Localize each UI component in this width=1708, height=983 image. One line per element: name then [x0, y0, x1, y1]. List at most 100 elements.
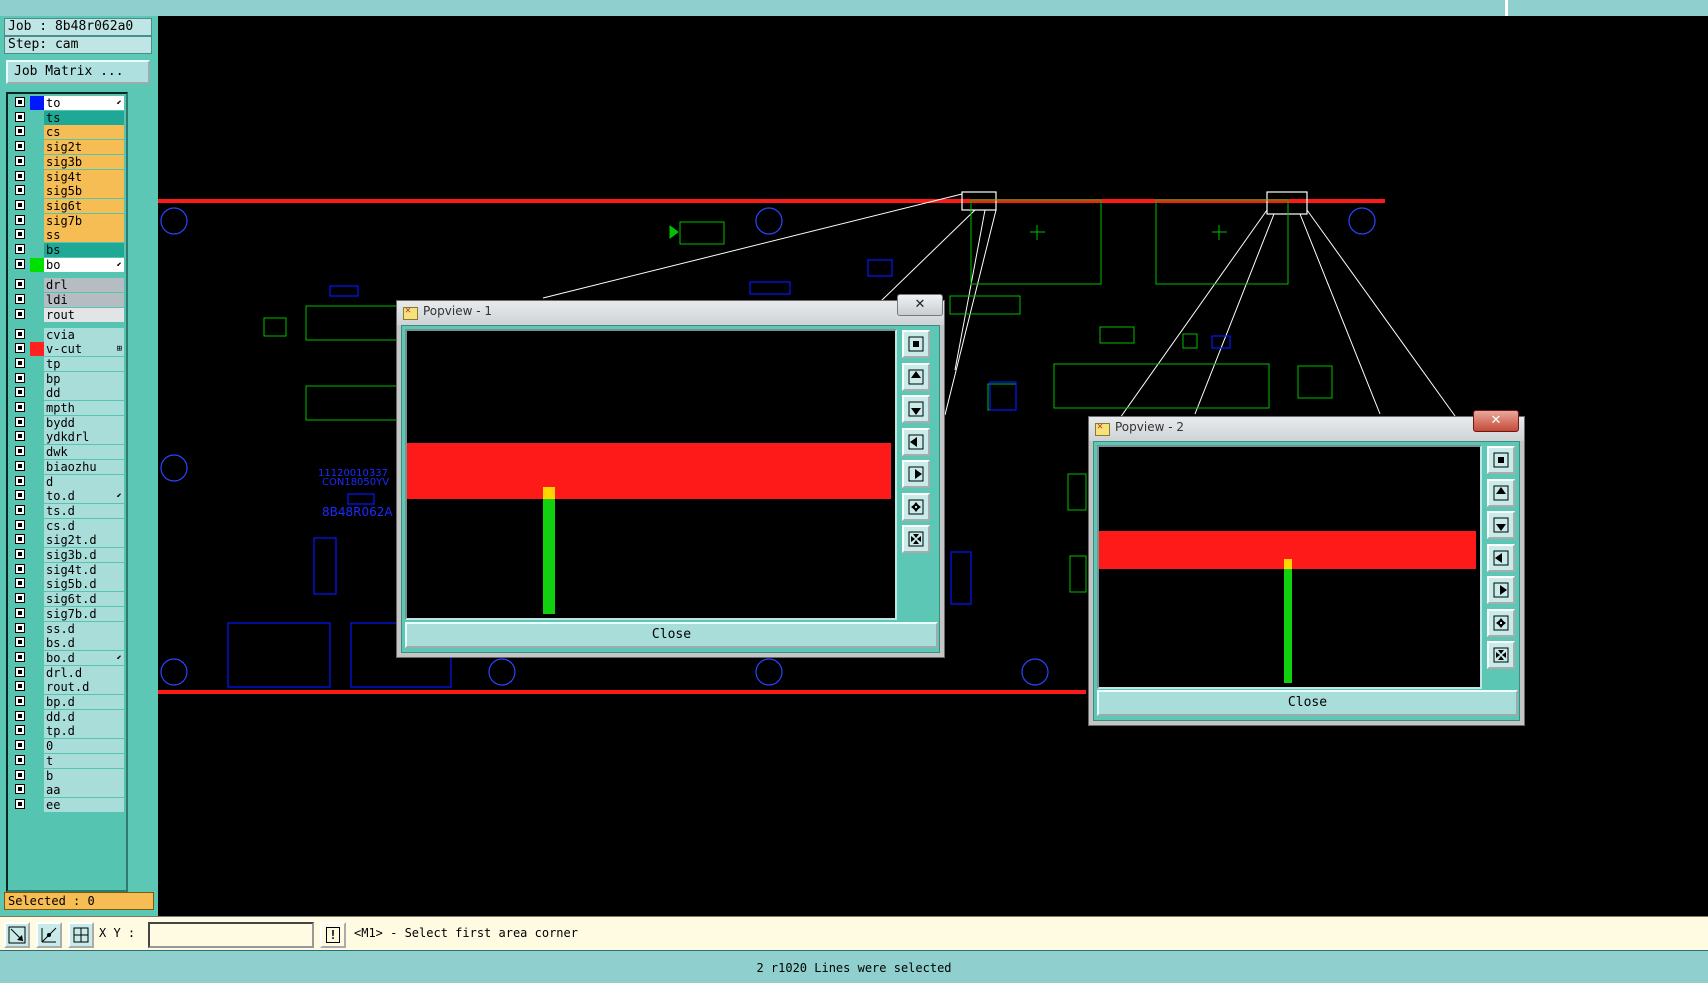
layer-checkbox[interactable] [15, 357, 25, 368]
layer-checkbox[interactable] [15, 666, 25, 677]
layer-checkbox[interactable] [15, 126, 25, 137]
layer-row-b[interactable]: b [10, 768, 124, 783]
layer-checkbox[interactable] [15, 504, 25, 515]
layer-row-bs.d[interactable]: bs.d [10, 636, 124, 651]
popview-1-titlebar[interactable]: Popview - 1 [397, 301, 944, 325]
layer-row-drl[interactable]: drl [10, 278, 124, 293]
layer-checkbox[interactable] [15, 244, 25, 254]
layer-row-bp.d[interactable]: bp.d [10, 695, 124, 709]
zoom-in-icon[interactable] [1487, 608, 1515, 637]
layer-checkbox[interactable] [15, 308, 25, 319]
zoom-area-icon[interactable] [4, 922, 30, 948]
layer-row-tp.d[interactable]: tp.d [10, 724, 124, 739]
layer-row-sig3b[interactable]: sig3b [10, 154, 124, 169]
zoom-in-icon[interactable] [902, 492, 930, 521]
layer-row-0[interactable]: 0 [10, 739, 124, 754]
layer-checkbox[interactable] [15, 294, 25, 305]
layer-checkbox[interactable] [15, 651, 25, 662]
layer-checkbox[interactable] [15, 372, 25, 383]
pan-right-icon[interactable] [1487, 576, 1515, 604]
popview-1-close-icon[interactable]: ✕ [897, 294, 943, 316]
layer-row-dd[interactable]: dd [10, 386, 124, 401]
layer-checkbox[interactable] [15, 446, 25, 457]
layer-checkbox[interactable] [15, 754, 25, 765]
layer-checkbox[interactable] [15, 343, 25, 354]
pan-up-icon[interactable] [902, 362, 930, 391]
layer-checkbox[interactable] [15, 637, 25, 648]
layer-row-to[interactable]: to ⬋ [10, 96, 124, 110]
layer-checkbox[interactable] [15, 784, 25, 795]
layer-checkbox[interactable] [15, 798, 25, 809]
layer-checkbox[interactable] [15, 111, 25, 122]
layer-checkbox[interactable] [15, 155, 25, 166]
layer-checkbox[interactable] [15, 328, 25, 339]
layer-checkbox[interactable] [15, 431, 25, 442]
layer-checkbox[interactable] [15, 740, 25, 751]
layer-checkbox[interactable] [15, 141, 25, 152]
layer-checkbox[interactable] [15, 199, 25, 210]
xy-input[interactable] [148, 922, 314, 948]
alert-icon[interactable]: ! [320, 922, 346, 948]
pan-left-icon[interactable] [1487, 543, 1515, 572]
pan-down-icon[interactable] [902, 395, 930, 423]
zoom-out-icon[interactable] [902, 525, 930, 553]
layer-row-ydkdrl[interactable]: ydkdrl [10, 430, 124, 445]
layer-row-bydd[interactable]: bydd [10, 415, 124, 430]
layer-row-aa[interactable]: aa [10, 783, 124, 798]
layer-row-tp[interactable]: tp [10, 356, 124, 371]
layer-checkbox[interactable] [15, 607, 25, 618]
pan-right-icon[interactable] [902, 460, 930, 488]
layer-checkbox[interactable] [15, 710, 25, 721]
layer-row-bo.d[interactable]: bo.d ⬋ [10, 650, 124, 665]
layer-checkbox[interactable] [15, 460, 25, 471]
popview-2-close-icon[interactable]: ✕ [1473, 410, 1519, 432]
layer-checkbox[interactable] [15, 387, 25, 398]
layer-row-v-cut[interactable]: v-cut ⊞ [10, 342, 124, 357]
layer-checkbox[interactable] [15, 563, 25, 574]
zoom-home-icon[interactable] [1487, 446, 1515, 474]
layer-checkbox[interactable] [15, 725, 25, 736]
pan-down-icon[interactable] [1487, 511, 1515, 539]
layer-row-mpth[interactable]: mpth [10, 401, 124, 415]
layer-checkbox[interactable] [15, 97, 25, 107]
layer-row-sig2t.d[interactable]: sig2t.d [10, 533, 124, 548]
layer-row-sig5b.d[interactable]: sig5b.d [10, 577, 124, 592]
layer-row-to.d[interactable]: to.d ⬋ [10, 489, 124, 504]
layer-row-d[interactable]: d [10, 474, 124, 489]
layer-checkbox[interactable] [15, 279, 25, 290]
zoom-home-icon[interactable] [902, 330, 930, 358]
layer-row-sig6t.d[interactable]: sig6t.d [10, 592, 124, 607]
layer-checkbox[interactable] [15, 549, 25, 559]
pan-left-icon[interactable] [902, 427, 930, 456]
layer-checkbox[interactable] [15, 519, 25, 530]
layer-checkbox[interactable] [15, 416, 25, 427]
popview-2-viewport[interactable] [1097, 445, 1482, 689]
layer-row-dwk[interactable]: dwk [10, 445, 124, 460]
layer-checkbox[interactable] [15, 185, 25, 196]
measure-icon[interactable] [36, 922, 62, 948]
layer-checkbox[interactable] [15, 475, 25, 486]
layer-row-t[interactable]: t [10, 753, 124, 768]
layer-checkbox[interactable] [15, 769, 25, 780]
layer-checkbox[interactable] [15, 229, 25, 240]
layer-row-ldi[interactable]: ldi [10, 293, 124, 308]
layer-row-ss.d[interactable]: ss.d [10, 621, 124, 636]
layer-row-cs[interactable]: cs [10, 125, 124, 140]
layer-row-rout.d[interactable]: rout.d [10, 680, 124, 695]
popview-1-close-button[interactable]: Close [405, 622, 938, 648]
layer-row-rout[interactable]: rout [10, 307, 124, 322]
layer-checkbox[interactable] [15, 490, 25, 501]
layer-row-bp[interactable]: bp [10, 371, 124, 386]
layer-checkbox[interactable] [15, 214, 25, 225]
layer-row-sig4t[interactable]: sig4t [10, 169, 124, 184]
layer-row-sig7b[interactable]: sig7b [10, 213, 124, 228]
popview-2-close-button[interactable]: Close [1097, 690, 1518, 716]
layer-row-cs.d[interactable]: cs.d [10, 518, 124, 533]
layer-row-ts.d[interactable]: ts.d [10, 503, 124, 518]
popview-1-viewport[interactable] [405, 329, 897, 620]
job-matrix-button[interactable]: Job Matrix ... [6, 60, 150, 84]
layer-checkbox[interactable] [15, 593, 25, 604]
layer-checkbox[interactable] [15, 258, 25, 269]
layer-row-drl.d[interactable]: drl.d [10, 665, 124, 680]
layer-checkbox[interactable] [15, 170, 25, 181]
